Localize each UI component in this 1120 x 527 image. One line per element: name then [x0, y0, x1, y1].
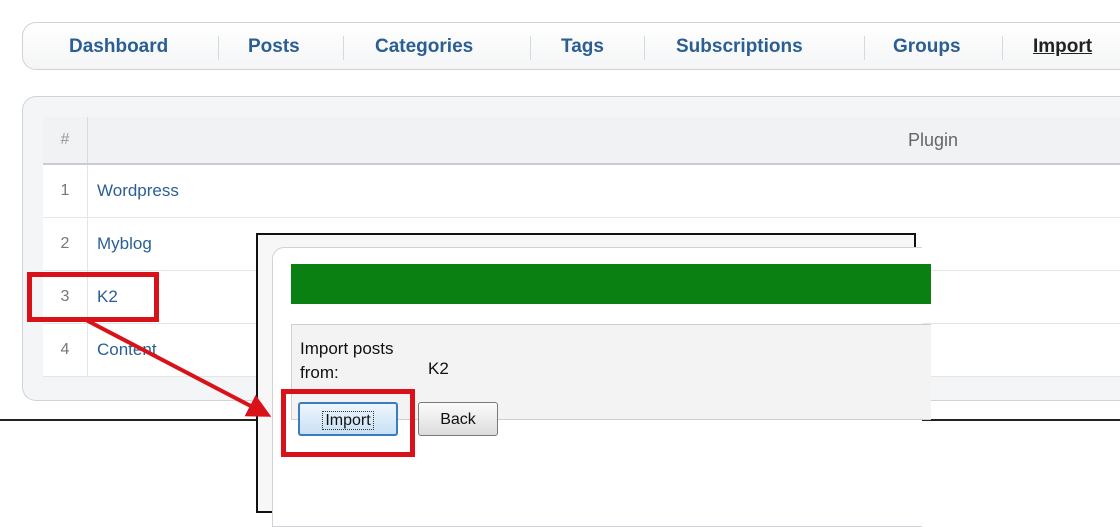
nav-separator [218, 36, 219, 60]
nav-categories[interactable]: Categories [375, 23, 473, 71]
row-number: 2 [43, 218, 88, 270]
table-row: 1 Wordpress [43, 165, 1120, 218]
nav-posts[interactable]: Posts [248, 23, 300, 71]
back-button[interactable]: Back [418, 402, 498, 436]
plugin-link-content[interactable]: Content [97, 324, 157, 376]
import-source-label: Import posts from: [300, 339, 394, 382]
nav-subscriptions[interactable]: Subscriptions [676, 23, 803, 71]
nav-dashboard[interactable]: Dashboard [69, 23, 168, 71]
column-header-plugin[interactable]: Plugin [908, 117, 958, 163]
import-progress-bar [291, 264, 931, 304]
highlight-k2-row [27, 272, 159, 322]
column-header-number: # [43, 117, 88, 163]
plugin-link-myblog[interactable]: Myblog [97, 218, 152, 270]
nav-separator [530, 36, 531, 60]
import-dialog: Import posts from: K2 [256, 233, 931, 527]
row-number: 4 [43, 324, 88, 376]
import-dialog-panel: Import posts from: K2 [272, 247, 931, 527]
highlight-import-button [281, 389, 415, 457]
nav-separator [644, 36, 645, 60]
row-number: 1 [43, 165, 88, 217]
nav-import[interactable]: Import [1033, 23, 1092, 71]
top-navigation: Dashboard Posts Categories Tags Subscrip… [22, 22, 1120, 70]
nav-separator [864, 36, 865, 60]
nav-tags[interactable]: Tags [561, 23, 604, 71]
nav-groups[interactable]: Groups [893, 23, 961, 71]
nav-separator [343, 36, 344, 60]
import-source-value: K2 [428, 359, 449, 378]
table-header: # Plugin [43, 117, 1120, 165]
plugin-link-wordpress[interactable]: Wordpress [97, 165, 179, 217]
nav-separator [1002, 36, 1003, 60]
